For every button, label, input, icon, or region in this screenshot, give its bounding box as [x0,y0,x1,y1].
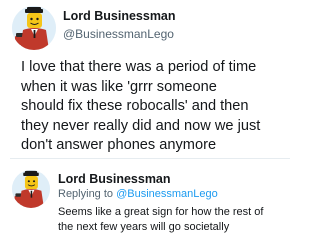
lego-businessman-avatar-icon [12,6,56,50]
reply-author-name[interactable]: Lord Businessman [58,172,171,186]
author-avatar[interactable] [12,6,56,50]
tweet-text: I love that there was a period of time w… [21,59,261,153]
replying-to-prefix: Replying to [58,188,117,200]
replying-to-line: Replying to @BusinessmanLego [58,188,218,200]
tweet-screenshot: Lord Businessman @BusinessmanLego I love… [0,0,300,242]
divider [10,158,290,159]
lego-businessman-avatar-icon [12,170,50,208]
author-handle[interactable]: @BusinessmanLego [63,27,174,41]
reply-text: Seems like a great sign for how the rest… [58,206,264,233]
author-name[interactable]: Lord Businessman [63,9,176,23]
reply-author-avatar[interactable] [12,170,50,208]
replying-to-mention[interactable]: @BusinessmanLego [116,188,218,200]
